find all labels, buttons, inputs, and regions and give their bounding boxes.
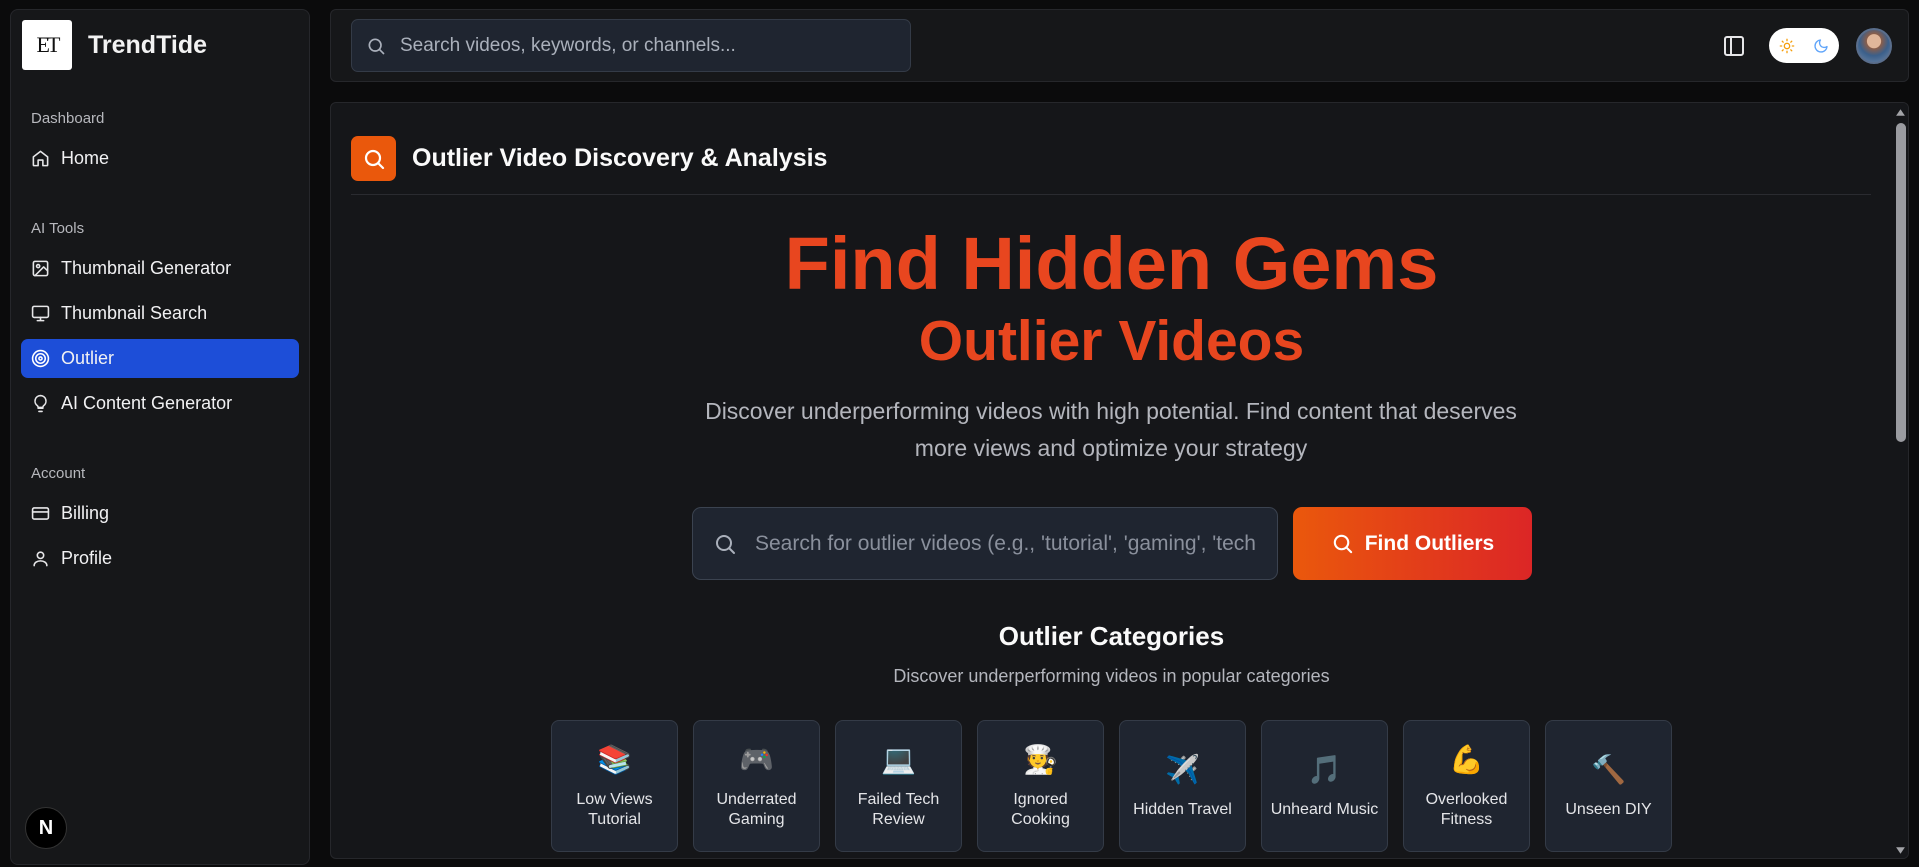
gamepad-icon: 🎮 — [739, 744, 774, 775]
find-outliers-button[interactable]: Find Outliers — [1293, 507, 1532, 580]
category-label: Ignored Cooking — [1011, 791, 1070, 828]
nextjs-badge[interactable]: N — [25, 807, 67, 849]
sidebar-item-home[interactable]: Home — [21, 139, 299, 178]
laptop-icon: 💻 — [881, 744, 916, 775]
panel-search-icon — [351, 136, 396, 181]
monitor-icon — [31, 305, 50, 322]
categories-subtitle: Discover underperforming videos in popul… — [893, 666, 1330, 686]
home-icon — [32, 150, 49, 167]
target-icon — [31, 349, 50, 368]
category-card-ignored-cooking[interactable]: 🧑‍🍳 Ignored Cooking — [977, 720, 1104, 852]
sidebar-item-label: Home — [61, 148, 110, 168]
user-icon — [33, 551, 48, 567]
image-icon — [32, 260, 49, 277]
brand-name: TrendTide — [88, 30, 208, 59]
sidebar-item-outlier[interactable]: Outlier — [21, 339, 299, 378]
outlier-search[interactable] — [692, 507, 1278, 580]
sidebar-item-profile[interactable]: Profile — [21, 539, 299, 578]
sidebar-item-ai-content-generator[interactable]: AI Content Generator — [21, 384, 299, 423]
category-card-failed-tech-review[interactable]: 💻 Failed Tech Review — [835, 720, 962, 852]
sun-icon — [1779, 38, 1795, 53]
sidebar-item-label: AI Content Generator — [61, 393, 233, 413]
category-label: Unseen DIY — [1565, 801, 1652, 818]
scrollbar[interactable] — [1892, 103, 1908, 858]
outlier-search-input[interactable] — [755, 531, 1260, 556]
divider — [351, 194, 1871, 195]
avatar[interactable] — [1856, 28, 1892, 64]
search-icon — [1333, 534, 1352, 554]
sidebar: ET TrendTide Dashboard Home AI Tools Thu… — [10, 9, 310, 865]
sidebar-item-thumbnail-generator[interactable]: Thumbnail Generator — [21, 249, 299, 288]
category-list: 📚 Low Views Tutorial 🎮 Underrated Gaming… — [551, 720, 1672, 852]
brand[interactable]: ET TrendTide — [22, 20, 207, 70]
hammer-icon: 🔨 — [1591, 754, 1626, 785]
sidebar-item-label: Profile — [61, 548, 113, 568]
sidebar-item-label: Thumbnail Generator — [61, 258, 232, 278]
main-panel: Outlier Video Discovery & Analysis Find … — [330, 102, 1909, 859]
books-icon: 📚 — [597, 744, 632, 775]
category-card-underrated-gaming[interactable]: 🎮 Underrated Gaming — [693, 720, 820, 852]
hero-headline: Find Hidden Gems — [784, 222, 1439, 305]
category-label: Underrated Gaming — [716, 791, 797, 828]
music-note-icon: 🎵 — [1307, 754, 1342, 785]
search-icon — [368, 38, 385, 54]
sidebar-item-label: Thumbnail Search — [61, 303, 208, 323]
nav-section-account: Account — [31, 465, 86, 482]
category-card-unseen-diy[interactable]: 🔨 Unseen DIY — [1545, 720, 1672, 852]
airplane-icon: ✈️ — [1165, 754, 1200, 785]
category-label: Overlooked Fitness — [1425, 791, 1508, 828]
category-card-low-views-tutorial[interactable]: 📚 Low Views Tutorial — [551, 720, 678, 852]
sidebar-item-thumbnail-search[interactable]: Thumbnail Search — [21, 294, 299, 333]
sidebar-item-label: Outlier — [61, 348, 115, 368]
nav-section-ai-tools: AI Tools — [31, 220, 85, 237]
hero-subheadline: Outlier Videos — [918, 309, 1305, 373]
category-card-unheard-music[interactable]: 🎵 Unheard Music — [1261, 720, 1388, 852]
hero-description: Discover underperforming videos with hig… — [705, 398, 1517, 461]
categories-title: Outlier Categories — [998, 621, 1225, 651]
category-card-overlooked-fitness[interactable]: 💪 Overlooked Fitness — [1403, 720, 1530, 852]
category-label: Failed Tech Review — [857, 791, 940, 828]
chef-icon: 🧑‍🍳 — [1023, 744, 1058, 775]
global-search[interactable] — [351, 19, 911, 72]
global-search-input[interactable] — [400, 34, 880, 57]
theme-toggle[interactable] — [1769, 28, 1839, 63]
credit-card-icon — [31, 507, 50, 520]
category-card-hidden-travel[interactable]: ✈️ Hidden Travel — [1119, 720, 1246, 852]
search-icon — [716, 534, 735, 554]
sidebar-item-label: Billing — [61, 503, 110, 523]
page-title: Outlier Video Discovery & Analysis — [412, 144, 828, 172]
sidebar-item-billing[interactable]: Billing — [21, 494, 299, 533]
nav-section-dashboard: Dashboard — [31, 110, 105, 127]
moon-icon — [1814, 38, 1828, 53]
sidebar-toggle-icon[interactable] — [1722, 34, 1746, 58]
scroll-thumb[interactable] — [1896, 123, 1906, 442]
panel-header: Outlier Video Discovery & Analysis — [351, 136, 827, 181]
find-outliers-label: Find Outliers — [1364, 531, 1495, 555]
scroll-up-arrow-icon[interactable] — [1895, 107, 1906, 118]
category-label: Hidden Travel — [1133, 801, 1232, 818]
lightbulb-icon — [34, 394, 47, 413]
category-label: Low Views Tutorial — [576, 791, 653, 828]
flexed-bicep-icon: 💪 — [1449, 744, 1484, 775]
category-label: Unheard Music — [1270, 801, 1379, 818]
scroll-down-arrow-icon[interactable] — [1895, 845, 1906, 856]
brand-logo: ET — [22, 20, 72, 70]
topbar — [330, 9, 1909, 82]
